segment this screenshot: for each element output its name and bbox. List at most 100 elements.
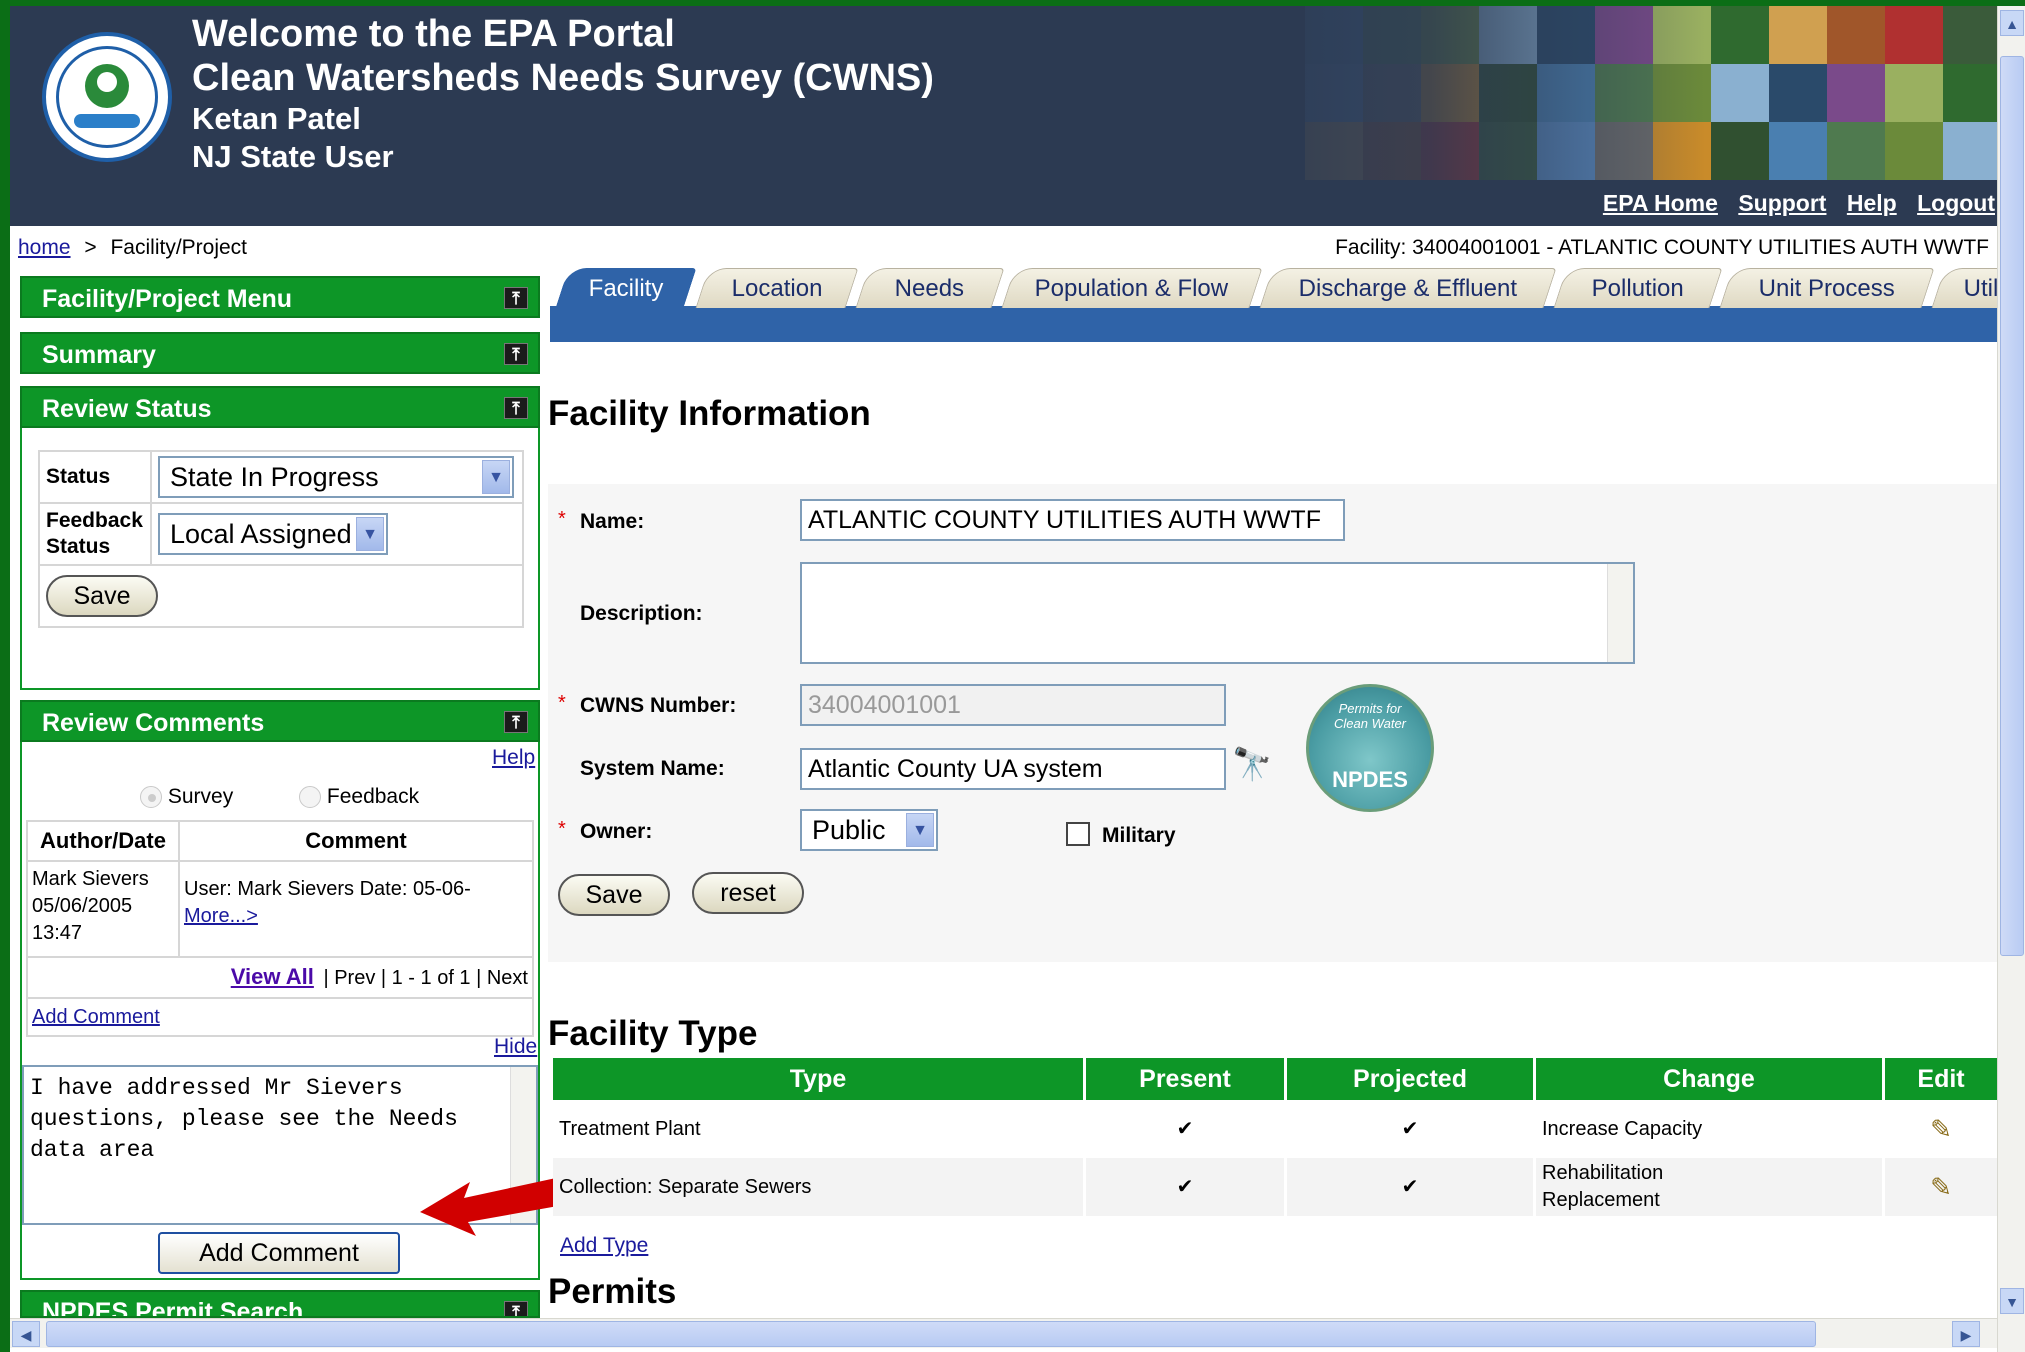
edit-pencil-icon[interactable]: ✎: [1885, 1100, 1997, 1158]
table-row: Collection: Separate Sewers ✔ ✔ Rehabili…: [553, 1158, 1997, 1216]
hide-link[interactable]: Hide: [494, 1035, 537, 1059]
chevron-down-icon[interactable]: ▼: [482, 460, 510, 494]
military-label: Military: [1102, 824, 1176, 847]
feedback-status-select[interactable]: Local Assigned ▼: [158, 513, 388, 555]
mosaic-tile: [1827, 64, 1885, 122]
tab-population-flow[interactable]: Population & Flow: [1001, 268, 1263, 308]
scroll-up-icon[interactable]: ▲: [2000, 10, 2024, 36]
mosaic-tile: [1711, 122, 1769, 180]
mosaic-tile: [1885, 122, 1943, 180]
help-link[interactable]: Help: [1847, 190, 1897, 216]
portal-welcome-title: Welcome to the EPA Portal: [192, 13, 675, 55]
comment-text: User: Mark Sievers Date: 05-06-: [184, 878, 471, 900]
tab-bar: Facility Location Needs Population & Flo…: [548, 268, 2025, 342]
epa-seal-logo: [42, 32, 172, 162]
cwns-number-label: CWNS Number:: [580, 694, 737, 717]
status-select[interactable]: State In Progress ▼: [158, 456, 514, 498]
comment-author: Mark Sievers: [32, 868, 149, 890]
scroll-down-icon[interactable]: ▼: [2000, 1288, 2024, 1314]
review-status-save-button[interactable]: Save: [46, 575, 158, 617]
mosaic-tile: [1769, 122, 1827, 180]
chevron-down-icon[interactable]: ▼: [906, 813, 934, 847]
summary-panel-header[interactable]: Summary ⤒: [20, 332, 540, 374]
breadcrumb-home[interactable]: home: [18, 236, 71, 259]
portal-header: Welcome to the EPA Portal Clean Watershe…: [10, 6, 2005, 226]
expand-icon[interactable]: ⤒: [504, 1301, 528, 1316]
breadcrumb-separator: >: [84, 236, 97, 259]
scroll-right-icon[interactable]: ▶: [1952, 1321, 1980, 1347]
permits-heading: Permits: [548, 1272, 677, 1311]
system-name-label: System Name:: [580, 757, 725, 780]
owner-select[interactable]: Public ▼: [800, 809, 938, 851]
collapse-icon[interactable]: ⤒: [504, 397, 528, 419]
expand-icon[interactable]: ⤒: [504, 287, 528, 309]
facility-reset-button[interactable]: reset: [692, 872, 804, 914]
change-cell: Rehabilitation: [1542, 1162, 1664, 1184]
system-name-input[interactable]: Atlantic County UA system: [800, 748, 1226, 790]
review-status-panel-header[interactable]: Review Status ⤒: [20, 386, 540, 428]
feedback-radio[interactable]: [299, 786, 322, 809]
npdes-permit-search-header[interactable]: NPDES Permit Search ⤒: [20, 1290, 540, 1318]
red-pointer-arrow: [420, 1178, 558, 1236]
facility-type-table: Type Present Projected Change Edit Treat…: [550, 1058, 2000, 1216]
review-comments-panel-header[interactable]: Review Comments ⤒: [20, 700, 540, 742]
cwns-number-input[interactable]: 34004001001: [800, 684, 1226, 726]
survey-radio[interactable]: [140, 786, 162, 809]
application-title: Clean Watersheds Needs Survey (CWNS): [192, 57, 934, 99]
horizontal-scroll-thumb[interactable]: [46, 1321, 1816, 1347]
logout-link[interactable]: Logout: [1917, 190, 1995, 216]
user-name: Ketan Patel: [192, 101, 361, 136]
tab-unit-process[interactable]: Unit Process: [1719, 268, 1935, 308]
horizontal-scrollbar[interactable]: ◀ ▶: [10, 1318, 1997, 1348]
required-marker: *: [558, 508, 566, 530]
view-all-link[interactable]: View All: [231, 964, 314, 989]
name-input[interactable]: ATLANTIC COUNTY UTILITIES AUTH WWTF: [800, 499, 1345, 541]
binoculars-search-icon[interactable]: 🔭: [1232, 745, 1272, 783]
comment-date: 05/06/2005: [32, 895, 133, 917]
textarea-scrollbar[interactable]: [1607, 564, 1633, 662]
expand-icon[interactable]: ⤒: [504, 343, 528, 365]
table-row: Mark Sievers 05/06/2005 13:47 User: Mark…: [26, 860, 534, 958]
change-column-header: Change: [1536, 1058, 1882, 1100]
description-textarea[interactable]: [800, 562, 1635, 664]
author-date-header: Author/Date: [26, 820, 180, 862]
name-label: Name:: [580, 510, 645, 533]
epa-home-link[interactable]: EPA Home: [1603, 190, 1718, 216]
scroll-left-icon[interactable]: ◀: [12, 1321, 40, 1347]
add-comment-button[interactable]: Add Comment: [158, 1232, 400, 1274]
add-comment-link[interactable]: Add Comment: [32, 1006, 160, 1028]
edit-pencil-icon[interactable]: ✎: [1885, 1158, 1997, 1216]
description-label: Description:: [580, 602, 703, 625]
projected-check-icon: ✔: [1401, 1117, 1419, 1140]
tab-pollution[interactable]: Pollution: [1553, 268, 1723, 308]
facility-project-menu-header[interactable]: Facility/Project Menu ⤒: [20, 276, 540, 318]
projected-column-header: Projected: [1287, 1058, 1533, 1100]
header-text: Welcome to the EPA Portal Clean Watershe…: [192, 12, 934, 176]
comments-pager[interactable]: | Prev | 1 - 1 of 1 | Next: [323, 967, 528, 989]
owner-label: Owner:: [580, 820, 653, 843]
add-type-link[interactable]: Add Type: [560, 1234, 648, 1258]
mosaic-tile: [1943, 64, 2001, 122]
vertical-scrollbar[interactable]: ▲ ▼: [1997, 6, 2025, 1352]
vertical-scroll-thumb[interactable]: [2000, 56, 2024, 956]
military-checkbox[interactable]: [1066, 822, 1090, 846]
facility-save-button[interactable]: Save: [558, 874, 670, 916]
mosaic-tile: [1885, 64, 1943, 122]
tab-needs[interactable]: Needs: [855, 268, 1005, 308]
tab-discharge-effluent[interactable]: Discharge & Effluent: [1259, 268, 1557, 308]
chevron-down-icon[interactable]: ▼: [356, 517, 384, 551]
mosaic-tile: [1711, 64, 1769, 122]
collapse-icon[interactable]: ⤒: [504, 711, 528, 733]
feedback-status-label-2: Status: [46, 535, 111, 558]
comment-time: 13:47: [32, 922, 83, 944]
comment-more-link[interactable]: More...>: [184, 905, 258, 927]
tab-facility[interactable]: Facility: [555, 268, 697, 308]
support-link[interactable]: Support: [1738, 190, 1826, 216]
comment-header: Comment: [178, 820, 534, 862]
edit-column-header: Edit: [1885, 1058, 1997, 1100]
comment-type-radios: Survey Feedback: [140, 785, 419, 809]
review-comments-help-link[interactable]: Help: [492, 746, 535, 770]
tab-location[interactable]: Location: [695, 268, 859, 308]
facility-type-cell: Treatment Plant: [559, 1117, 701, 1140]
npdes-badge-logo: Permits for Clean Water NPDES: [1306, 684, 1434, 812]
